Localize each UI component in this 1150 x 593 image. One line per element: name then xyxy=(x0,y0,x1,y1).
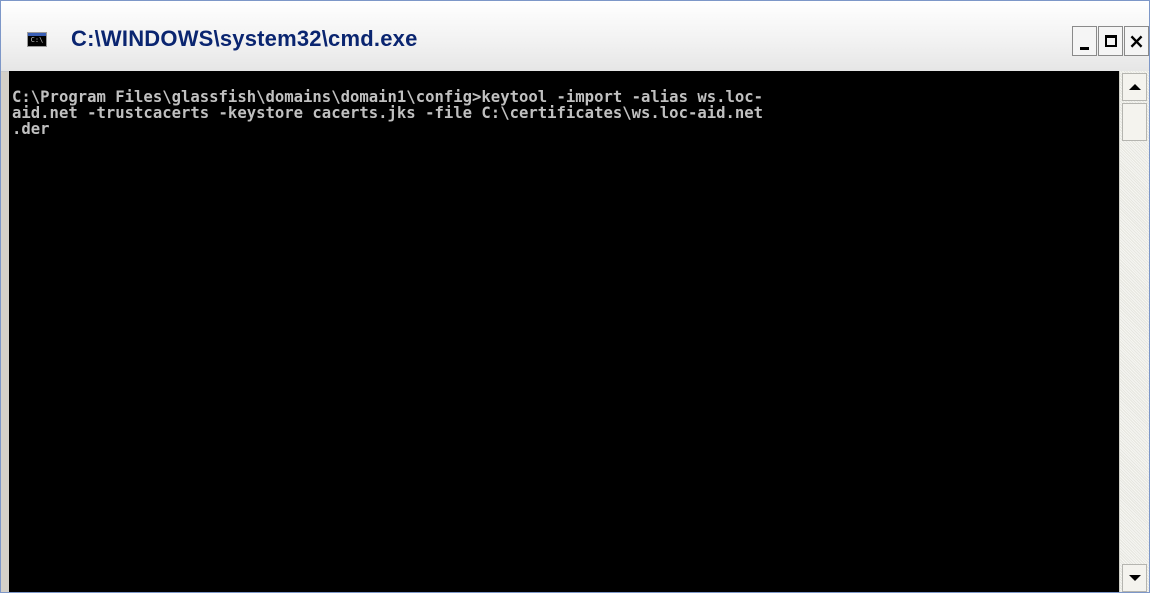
console-line: aid.net -trustcacerts -keystore cacerts.… xyxy=(12,104,764,122)
cmd-icon[interactable]: C:\ xyxy=(27,32,47,47)
close-icon: × xyxy=(1128,29,1145,53)
minimize-icon xyxy=(1080,46,1089,50)
cmd-window: C:\ C:\WINDOWS\system32\cmd.exe × C:\Pro… xyxy=(0,0,1150,593)
console-line: C:\Program Files\glassfish\domains\domai… xyxy=(12,88,764,106)
close-button[interactable]: × xyxy=(1124,26,1149,56)
scroll-up-arrow-icon xyxy=(1128,84,1141,90)
console-output[interactable]: C:\Program Files\glassfish\domains\domai… xyxy=(9,71,1119,592)
window-title: C:\WINDOWS\system32\cmd.exe xyxy=(71,26,418,51)
maximize-icon xyxy=(1104,35,1117,47)
scroll-thumb[interactable] xyxy=(1122,103,1147,141)
console-line: .der xyxy=(12,120,50,138)
scroll-down-arrow-icon xyxy=(1128,575,1141,581)
scroll-up-button[interactable] xyxy=(1122,73,1147,101)
maximize-button[interactable] xyxy=(1098,26,1123,56)
minimize-button[interactable] xyxy=(1072,26,1097,56)
scroll-down-button[interactable] xyxy=(1122,564,1147,592)
vertical-scrollbar[interactable] xyxy=(1119,71,1149,592)
title-bar[interactable]: C:\ C:\WINDOWS\system32\cmd.exe × xyxy=(1,1,1149,72)
